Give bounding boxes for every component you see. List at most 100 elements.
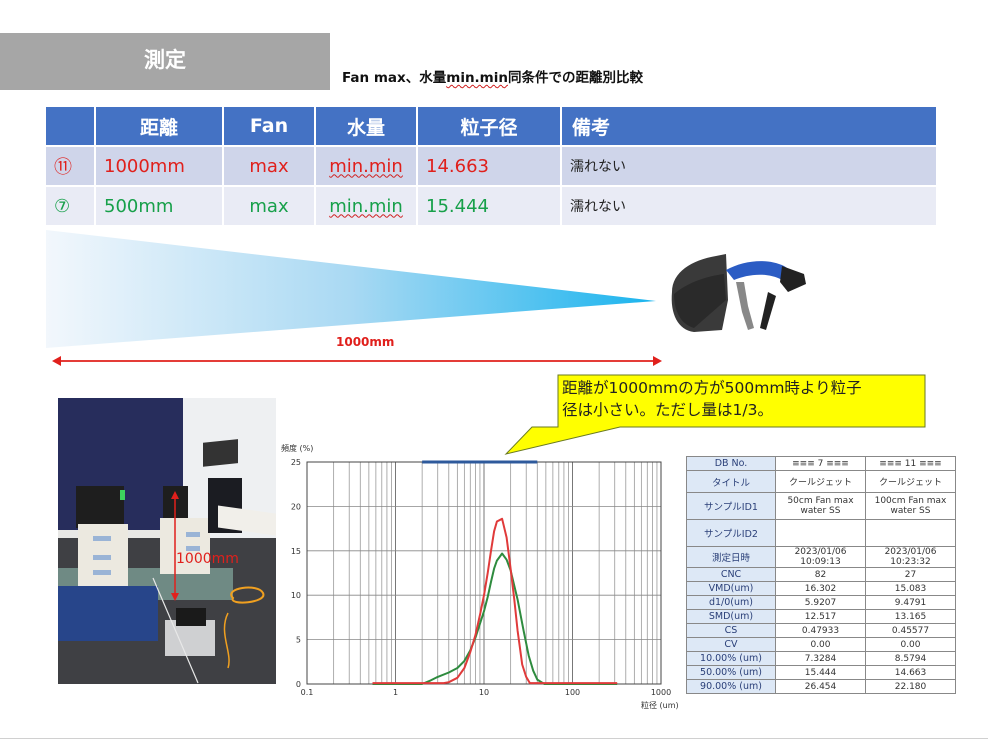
results-row: CNC 82 27 xyxy=(686,567,956,582)
row-water-cell: min.min xyxy=(315,145,418,186)
results-value-7: 5.9207 xyxy=(775,595,866,610)
subtitle-underlined: min.min xyxy=(446,70,508,86)
spray-device-image xyxy=(671,254,806,332)
results-value-11: 14.663 xyxy=(865,665,956,680)
header-fan: Fan xyxy=(223,107,316,146)
results-header-row: DB No. ≡≡≡ 7 ≡≡≡ ≡≡≡ 11 ≡≡≡ xyxy=(686,456,956,471)
y-tick-label: 5 xyxy=(296,636,301,645)
distance-arrow xyxy=(52,356,662,366)
results-label: 50.00% (um) xyxy=(686,665,776,680)
header-particle: 粒子径 xyxy=(417,107,562,146)
results-value-7: 7.3284 xyxy=(775,651,866,666)
row-fan: max xyxy=(223,185,316,225)
chart-xlabel: 粒径 (um) xyxy=(641,700,679,710)
results-row: サンプルID1 50cm Fan max water SS 100cm Fan max… xyxy=(686,492,956,520)
results-label: 10.00% (um) xyxy=(686,651,776,666)
row-particle: 15.444 xyxy=(417,185,562,225)
results-value-11: 2023/01/06 10:23:32 xyxy=(865,546,956,568)
results-value-7: 82 xyxy=(775,567,866,582)
x-tick-label: 1 xyxy=(393,688,398,697)
results-value-11 xyxy=(865,519,956,547)
x-tick-label: 10 xyxy=(479,688,489,697)
callout-line-2: 径は小さい。ただし量は1/3。 xyxy=(562,401,773,419)
x-tick-label: 1000 xyxy=(651,688,671,697)
row-water: min.min xyxy=(329,195,403,217)
header-id xyxy=(46,107,96,146)
results-value-7: 16.302 xyxy=(775,581,866,596)
results-row: d1/0(um) 5.9207 9.4791 xyxy=(686,595,956,610)
results-value-11: 0.00 xyxy=(865,637,956,652)
results-row: VMD(um) 16.302 15.083 xyxy=(686,581,956,596)
results-value-11: 13.165 xyxy=(865,609,956,624)
results-value-11: 22.180 xyxy=(865,679,956,694)
header-distance: 距離 xyxy=(95,107,224,146)
photo-distance-label: 1000mm xyxy=(176,551,239,567)
table-header-row: 距離 Fan 水量 粒子径 備考 xyxy=(46,107,938,146)
slide-subtitle: Fan max、水量min.min同条件での距離別比較 xyxy=(342,66,643,86)
results-label: 90.00% (um) xyxy=(686,679,776,694)
callout-text: 距離が1000mmの方が500mm時より粒子 径は小さい。ただし量は1/3。 xyxy=(562,377,922,421)
comparison-table: 距離 Fan 水量 粒子径 備考 ⑪ 1000mm max min.min 14… xyxy=(46,107,938,225)
row-fan: max xyxy=(223,145,316,186)
results-row: 10.00% (um) 7.3284 8.5794 xyxy=(686,651,956,666)
row-note: 濡れない xyxy=(561,185,938,225)
db-number-7: ≡≡≡ 7 ≡≡≡ xyxy=(775,456,866,471)
y-tick-label: 25 xyxy=(291,458,301,467)
results-row: 測定日時 2023/01/06 10:09:13 2023/01/06 10:23:… xyxy=(686,546,956,568)
results-row: SMD(um) 12.517 13.165 xyxy=(686,609,956,624)
db-number-11: ≡≡≡ 11 ≡≡≡ xyxy=(865,456,956,471)
table-row: ⑦ 500mm max min.min 15.444 濡れない xyxy=(46,185,938,225)
series-line-11 xyxy=(372,517,618,685)
results-value-7: 12.517 xyxy=(775,609,866,624)
bottom-divider xyxy=(0,738,988,739)
row-note: 濡れない xyxy=(561,145,938,186)
row-water: min.min xyxy=(329,155,403,177)
row-distance: 1000mm xyxy=(95,145,224,186)
results-value-11: 27 xyxy=(865,567,956,582)
results-row: タイトル クールジェット クールジェット xyxy=(686,470,956,493)
results-label: d1/0(um) xyxy=(686,595,776,610)
results-value-7: 0.00 xyxy=(775,637,866,652)
row-id: ⑦ xyxy=(46,185,96,225)
results-value-11: 15.083 xyxy=(865,581,956,596)
results-label: VMD(um) xyxy=(686,581,776,596)
header-note: 備考 xyxy=(561,107,938,146)
row-particle: 14.663 xyxy=(417,145,562,186)
x-tick-label: 0.1 xyxy=(301,688,314,697)
results-value-7: 0.47933 xyxy=(775,623,866,638)
table-row: ⑪ 1000mm max min.min 14.663 濡れない xyxy=(46,145,938,186)
x-tick-label: 100 xyxy=(565,688,580,697)
results-value-11: 100cm Fan max water SS xyxy=(865,492,956,520)
results-value-11: 0.45577 xyxy=(865,623,956,638)
slide-title: 測定 xyxy=(144,48,186,72)
results-value-7: 26.454 xyxy=(775,679,866,694)
results-value-7: 15.444 xyxy=(775,665,866,680)
row-water-cell: min.min xyxy=(315,185,418,225)
series-line-7 xyxy=(372,552,618,685)
distance-label: 1000mm xyxy=(336,335,395,349)
y-tick-label: 20 xyxy=(291,502,301,511)
y-tick-label: 15 xyxy=(291,547,301,556)
results-label: DB No. xyxy=(686,456,776,471)
y-tick-label: 10 xyxy=(291,591,301,600)
header-water: 水量 xyxy=(315,107,418,146)
callout-line-1: 距離が1000mmの方が500mm時より粒子 xyxy=(562,379,862,397)
results-label: CV xyxy=(686,637,776,652)
results-label: サンプルID2 xyxy=(686,519,776,547)
results-label: CS xyxy=(686,623,776,638)
results-value-11: 8.5794 xyxy=(865,651,956,666)
results-row: CV 0.00 0.00 xyxy=(686,637,956,652)
results-value-7: 2023/01/06 10:09:13 xyxy=(775,546,866,568)
particle-size-chart: 0.1 1 10 100 1000 0 5 10 15 20 25 頻度 (%) 粒径 (um) xyxy=(281,443,679,710)
subtitle-prefix: Fan max、水量 xyxy=(342,70,447,86)
results-row: CS 0.47933 0.45577 xyxy=(686,623,956,638)
chart-axes: 0.1 1 10 100 1000 0 5 10 15 20 25 xyxy=(291,458,671,697)
chart-grid xyxy=(307,461,661,685)
y-tick-label: 0 xyxy=(296,680,301,689)
row-id: ⑪ xyxy=(46,145,96,186)
results-value-7: クールジェット xyxy=(775,470,866,493)
row-distance: 500mm xyxy=(95,185,224,225)
results-value-7 xyxy=(775,519,866,547)
results-table: DB No. ≡≡≡ 7 ≡≡≡ ≡≡≡ 11 ≡≡≡ タイトル クールジェット クールジ… xyxy=(686,456,956,694)
setup-photo xyxy=(58,398,276,684)
